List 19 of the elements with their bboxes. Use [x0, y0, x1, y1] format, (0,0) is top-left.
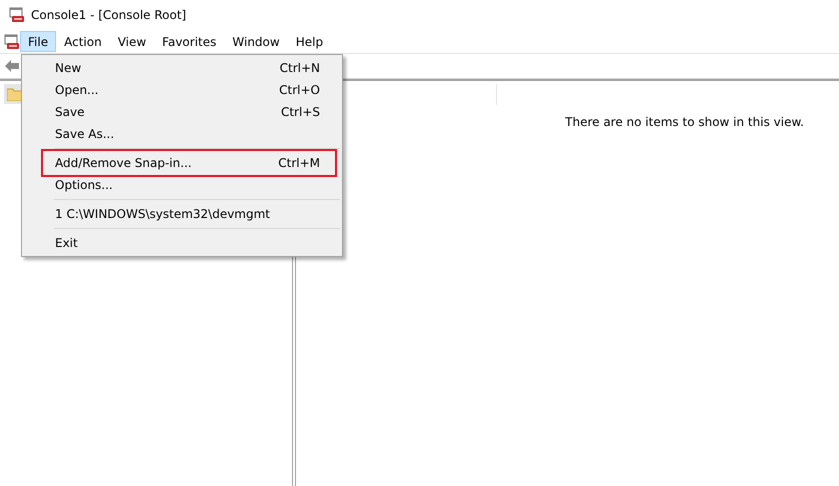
window-title: Console1 - [Console Root] — [31, 8, 186, 22]
menu-item[interactable]: Window — [224, 31, 288, 52]
menu-item[interactable]: Favorites — [154, 31, 224, 52]
menu-item[interactable]: File — [20, 31, 56, 52]
menu-item[interactable]: Save As... — [22, 123, 334, 145]
menu-item[interactable]: 1 C:\WINDOWS\system32\devmgmt — [22, 203, 334, 225]
menu-item[interactable]: Exit — [22, 232, 334, 254]
menu-item[interactable]: Open... Ctrl+O — [22, 79, 334, 101]
menu-item[interactable]: Save Ctrl+S — [22, 101, 334, 123]
back-arrow-icon[interactable] — [5, 60, 19, 72]
menu-item[interactable]: Action — [56, 31, 110, 52]
menu-item[interactable]: Add/Remove Snap-in... Ctrl+M — [44, 152, 334, 174]
menu-item[interactable]: View — [110, 31, 154, 52]
menu-item[interactable]: Options... — [22, 174, 334, 196]
menu-item[interactable]: New Ctrl+N — [22, 57, 334, 79]
console-icon — [4, 34, 20, 50]
menu-item[interactable]: Help — [288, 31, 332, 52]
empty-message: There are no items to show in this view. — [565, 115, 804, 129]
console-icon — [9, 7, 25, 23]
